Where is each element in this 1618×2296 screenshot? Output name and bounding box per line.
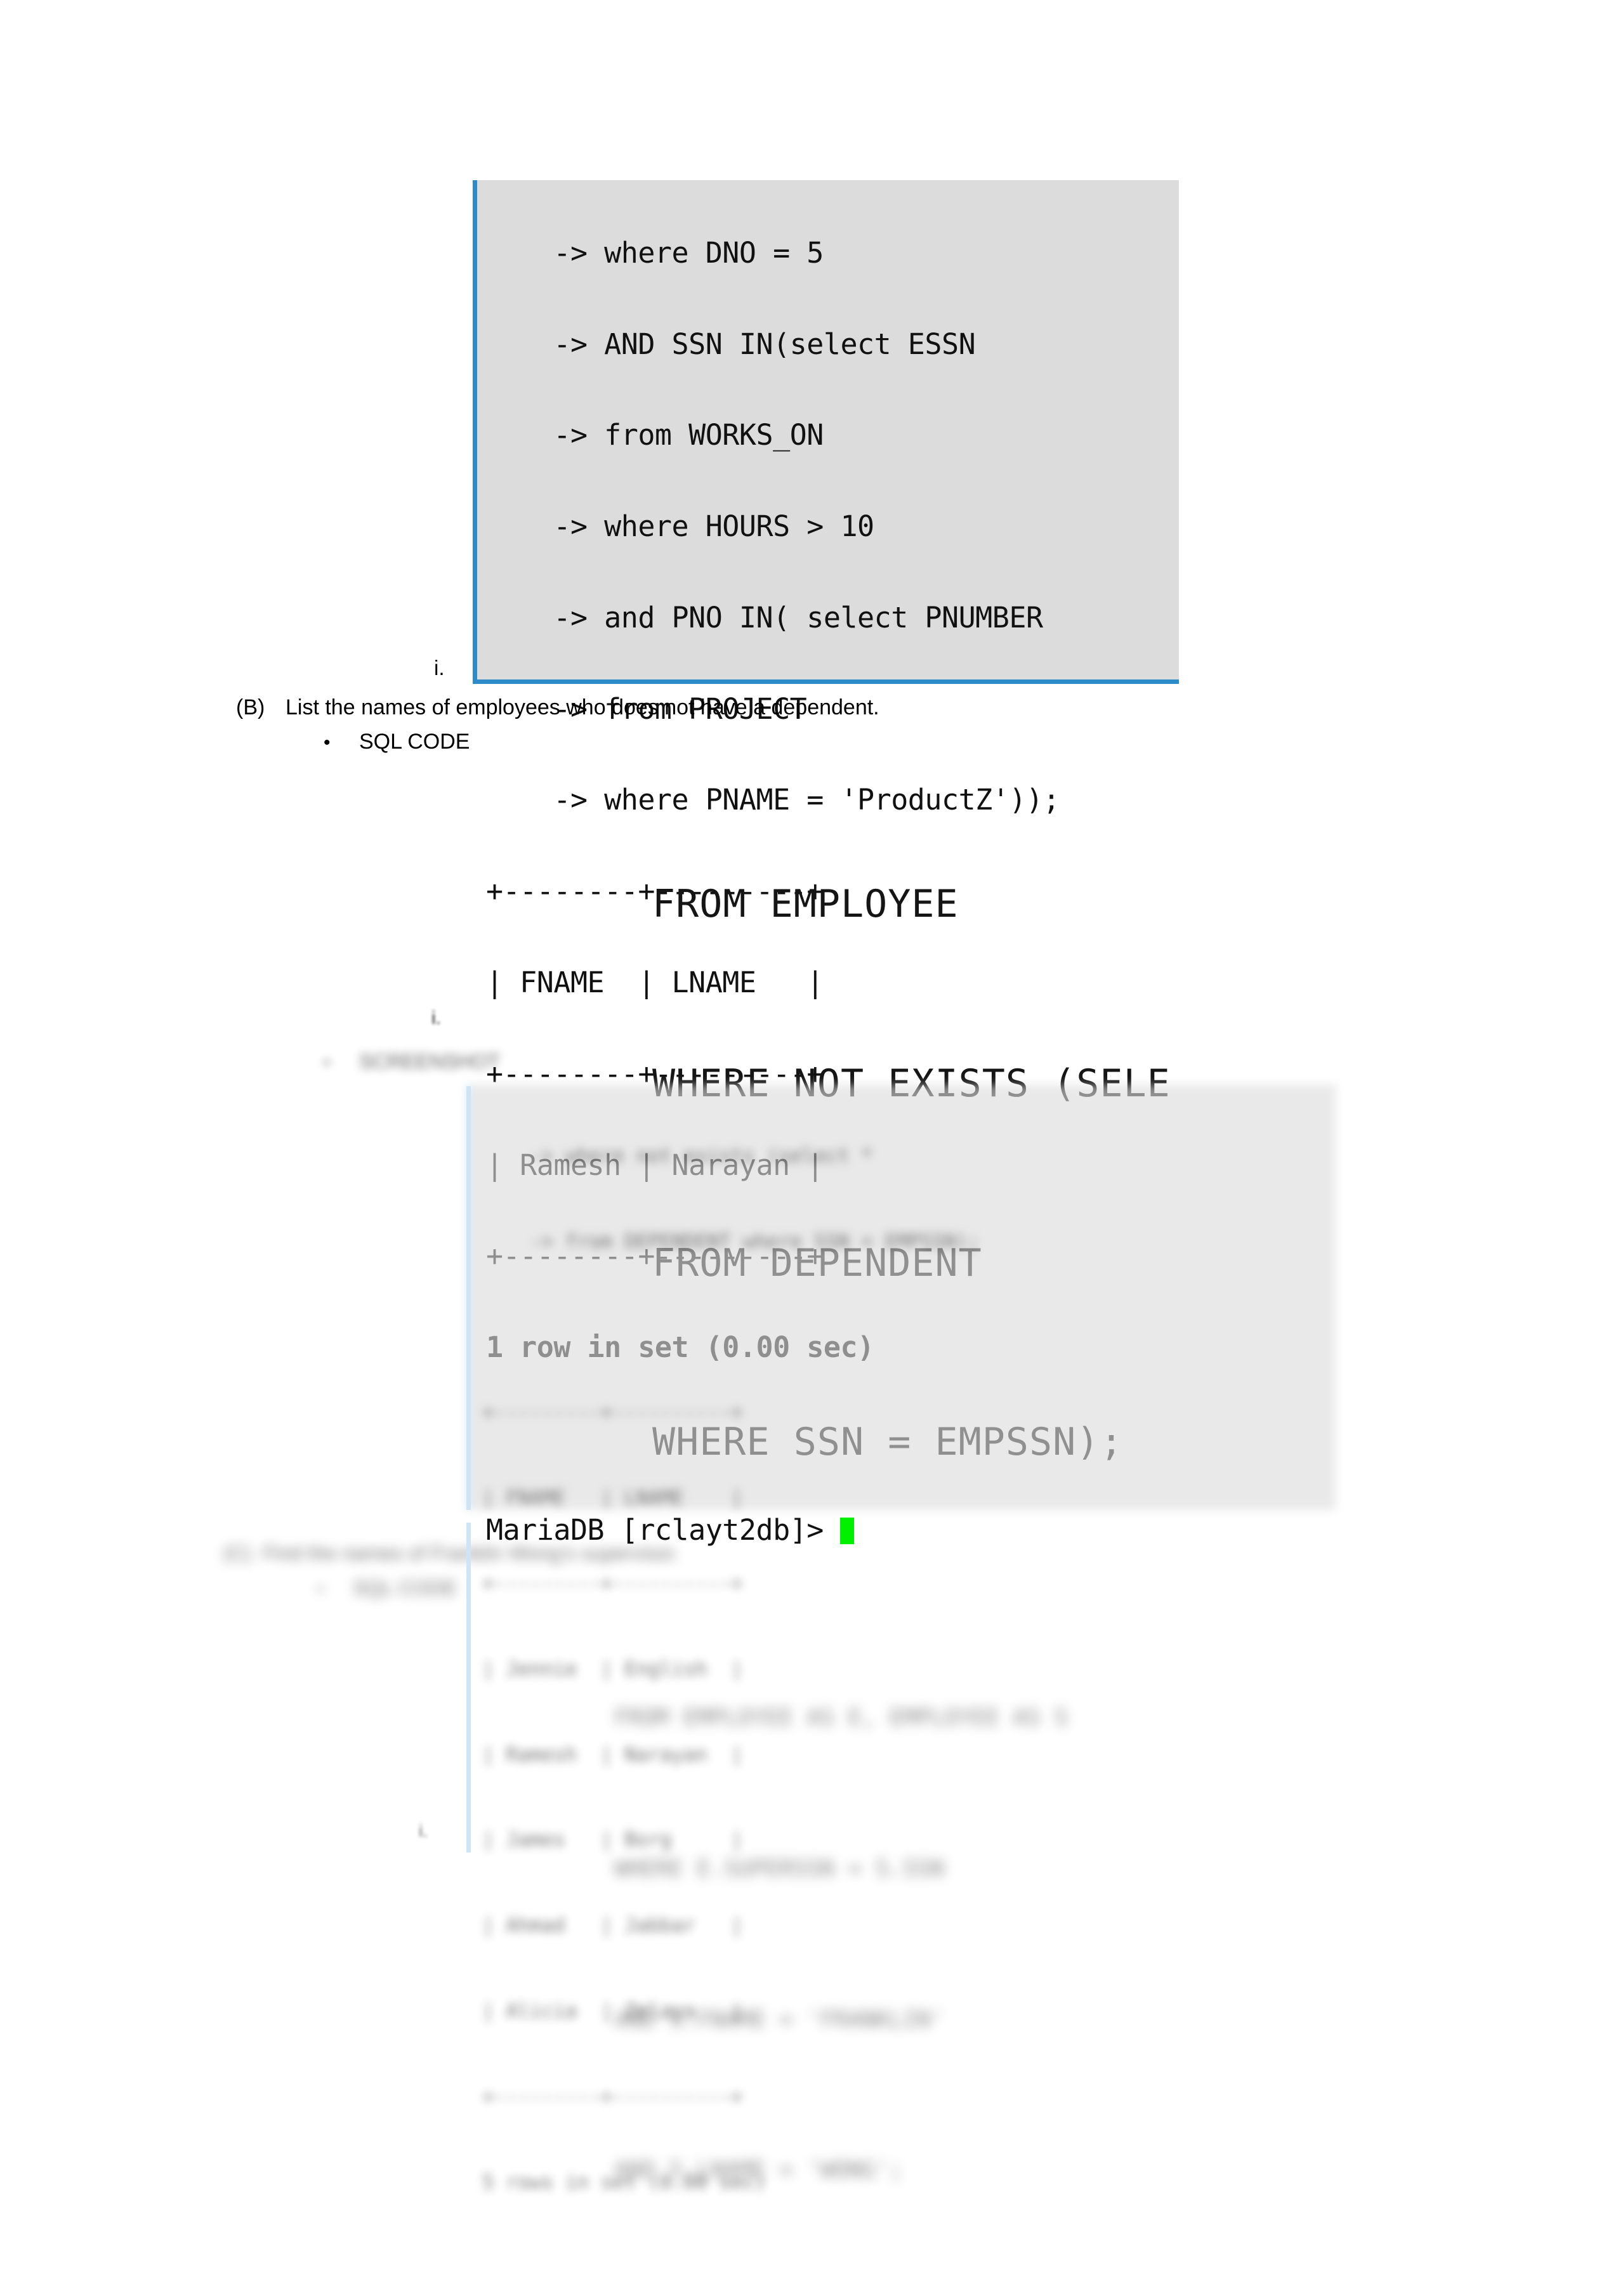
bullet-icon: •	[317, 1579, 324, 1599]
sql-code-line: AND S.LNAME = 'WONG';	[614, 2157, 904, 2184]
bullet-icon: •	[324, 1053, 330, 1072]
sql-code-line: AND S.FNAME = 'FRANKLIN'	[614, 2006, 945, 2033]
terminal-line: -> from DEPENDENT where SSN = EMPSSN);	[482, 1230, 980, 1253]
sql-code-line: FROM EMPLOYEE	[652, 882, 959, 927]
change-bar-middle	[466, 1086, 471, 1510]
question-b-heading: (B) List the names of employees who does …	[236, 695, 879, 720]
bullet-label: SQL CODE	[353, 1577, 457, 1599]
sql-code-line: WHERE E.SUPERSSN = S.SSN	[614, 1855, 945, 1882]
question-b-label: (B)	[236, 695, 265, 719]
terminal-line: -> where DNO = 5	[486, 235, 824, 270]
terminal-line: -> where HOURS > 10	[486, 509, 874, 544]
list-marker-roman-i-second: i.	[431, 1007, 441, 1028]
question-c-label: (C)	[223, 1542, 252, 1565]
document-page: -> where DNO = 5 -> AND SSN IN(select ES…	[0, 0, 1618, 2194]
question-c-text: Find the names of Franklin Wong's superv…	[263, 1542, 680, 1565]
result-table-header: | FNAME | LNAME |	[482, 1486, 743, 1510]
result-table-rule-top: +---------+----------+	[482, 1401, 743, 1424]
terminal-line: -> and PNO IN( select PNUMBER	[486, 600, 1043, 634]
bullet-label: SQL CODE	[359, 730, 470, 754]
bullet-screenshot-b: • SCREENSHOT	[324, 1050, 500, 1073]
bullet-sql-code-b: • SQL CODE	[324, 730, 470, 754]
terminal-output-top: -> where DNO = 5 -> AND SSN IN(select ES…	[473, 180, 1179, 1544]
bullet-label: SCREENSHOT	[359, 1050, 501, 1073]
list-marker-roman-i: i.	[434, 656, 445, 679]
sql-code-image-c: FROM EMPLOYEE AS E, EMPLOYEE AS S WHERE …	[614, 1592, 1084, 2296]
terminal-line: -> AND SSN IN(select ESSN	[486, 327, 976, 361]
bullet-sql-code-c: • SQL CODE	[317, 1577, 457, 1600]
terminal-output-middle: -> where not exists (select * -> from DE…	[466, 1085, 1336, 2194]
question-c-heading: (C) Find the names of Franklin Wong's su…	[223, 1542, 680, 1565]
change-bar-bottom	[466, 1523, 471, 1853]
terminal-line: -> where not exists (select *	[482, 1144, 873, 1167]
bullet-icon: •	[324, 732, 331, 753]
terminal-line: -> from WORKS_ON	[486, 418, 824, 452]
list-marker-roman-i-third: i.	[419, 1821, 428, 1840]
question-b-text: List the names of employees who does not…	[286, 695, 879, 719]
sql-code-line: FROM EMPLOYEE AS E, EMPLOYEE AS S	[614, 1705, 1069, 1731]
